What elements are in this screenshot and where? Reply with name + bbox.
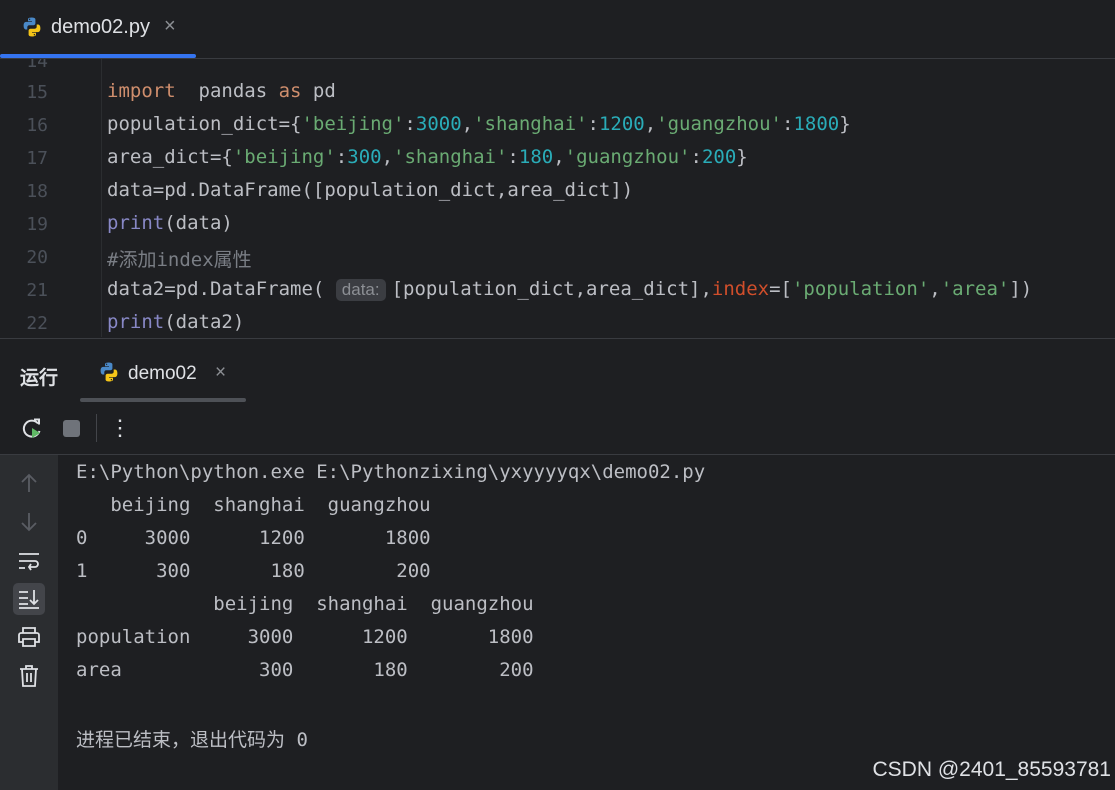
console-line: 0 3000 1200 1800 (76, 527, 431, 549)
console-side-toolbar (0, 455, 58, 790)
code-line: #添加index属性 (107, 249, 252, 271)
trash-icon[interactable] (15, 662, 43, 690)
gutter-divider (101, 59, 102, 337)
line-number: 15 (26, 82, 48, 103)
soft-wrap-icon[interactable] (15, 547, 43, 575)
run-tab-label: demo02 (128, 363, 197, 384)
run-toolbar: ⋮ (0, 402, 1115, 455)
scroll-to-end-icon[interactable] (13, 583, 45, 615)
more-options-icon[interactable]: ⋮ (107, 415, 133, 441)
watermark: CSDN @2401_85593781 (872, 758, 1112, 781)
rerun-icon[interactable] (19, 415, 45, 441)
arrow-down-icon[interactable] (15, 508, 43, 536)
toolbar-separator (96, 414, 97, 442)
console-exit-message: 进程已结束，退出代码为 0 (76, 729, 308, 751)
line-number: 22 (26, 313, 48, 334)
line-number: 20 (26, 247, 48, 268)
code-line: import pandas as pd (107, 80, 336, 102)
close-icon[interactable]: × (164, 15, 176, 38)
line-number: 16 (26, 115, 48, 136)
close-icon[interactable]: × (215, 362, 226, 384)
editor-tab-demo02-py[interactable]: demo02.py × (0, 0, 196, 58)
python-file-icon (21, 16, 43, 43)
code-line: data2=pd.DataFrame( data: [population_dic… (107, 278, 1033, 301)
console-line: beijing shanghai guangzhou (76, 494, 431, 516)
console-line: 1 300 180 200 (76, 560, 431, 582)
code-line: print(data2) (107, 311, 245, 333)
line-number: 14 (26, 59, 48, 72)
python-run-icon (98, 361, 120, 388)
line-number: 21 (26, 280, 48, 301)
stop-icon[interactable] (58, 415, 84, 441)
run-panel-title: 运行 (20, 368, 59, 389)
parameter-hint: data: (335, 279, 386, 301)
console-line: area 300 180 200 (76, 659, 534, 681)
active-tab-indicator (0, 54, 196, 58)
editor-tab-label: demo02.py (51, 16, 150, 38)
editor-tab-bar: demo02.py × (0, 0, 1115, 59)
line-number: 18 (26, 181, 48, 202)
code-editor[interactable]: 14 15 16 17 18 19 20 21 22 import pandas… (0, 59, 1115, 337)
console-line: E:\Python\python.exe E:\Pythonzixing\yxy… (76, 461, 706, 483)
code-line: data=pd.DataFrame([population_dict,area_… (107, 179, 634, 201)
code-line: population_dict={'beijing':3000,'shangha… (107, 113, 851, 135)
print-icon[interactable] (15, 623, 43, 651)
arrow-up-icon[interactable] (15, 469, 43, 497)
line-number: 19 (26, 214, 48, 235)
console-line: beijing shanghai guangzhou (76, 593, 534, 615)
run-tool-window-header: 运行 demo02 × (0, 338, 1115, 403)
run-tab-demo02[interactable]: demo02 × (80, 339, 246, 402)
console-line: population 3000 1200 1800 (76, 626, 534, 648)
code-line: area_dict={'beijing':300,'shanghai':180,… (107, 146, 748, 168)
code-line: print(data) (107, 212, 233, 234)
line-number: 17 (26, 148, 48, 169)
console-output[interactable]: E:\Python\python.exe E:\Pythonzixing\yxy… (58, 455, 1115, 790)
